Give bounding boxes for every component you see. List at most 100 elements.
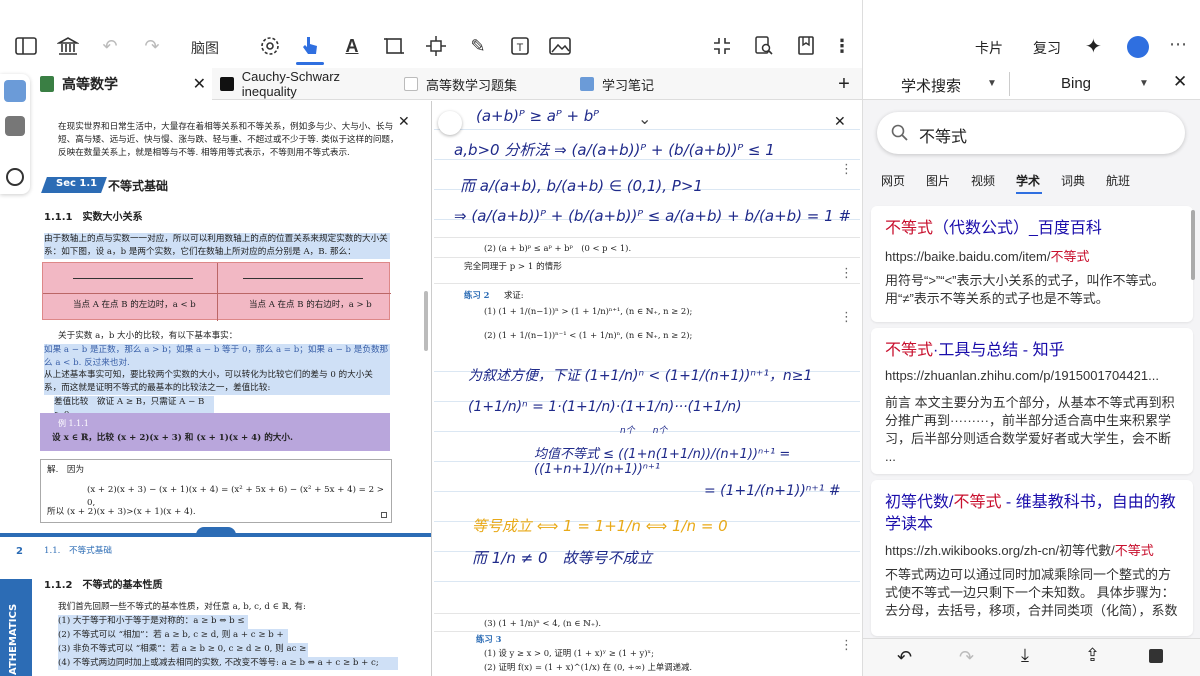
more-vertical-icon[interactable]: ⋮ (840, 309, 853, 325)
terminal-icon (220, 77, 234, 91)
paragraph: 我们首先回顾一些不等式的基本性质，对任意 a, b, c, d ∈ ℝ, 有: (58, 602, 306, 612)
close-icon[interactable]: ✕ (1173, 72, 1187, 92)
filter-dictionary[interactable]: 词典 (1061, 172, 1085, 189)
search-document-icon[interactable] (752, 34, 776, 58)
more-vertical-icon[interactable]: ⋮ (840, 265, 853, 281)
layers-icon[interactable] (5, 116, 25, 136)
more-vertical-icon[interactable]: ⋮ (840, 637, 853, 653)
handwriting-line: = (1+1/(n+1))ⁿ⁺¹ # (704, 483, 841, 499)
pen-icon[interactable]: ✎ (466, 34, 490, 58)
mindmap-button[interactable]: 脑图 (191, 38, 219, 58)
browser-bottom-bar: ↶ ↷ ⤓ ⇪ (863, 638, 1200, 676)
tab-cauchy-schwarz[interactable]: Cauchy-Schwarz inequality (214, 68, 396, 100)
handwriting-line: ⇒ (a/(a+b))ᴾ + (b/(a+b))ᴾ ≤ a/(a+b) + b/… (454, 207, 852, 225)
web-globe-icon[interactable] (1127, 36, 1149, 58)
subsection-title: 1.1.2 不等式的基本性质 (44, 580, 163, 591)
scrollbar-thumb[interactable] (1191, 210, 1195, 280)
main-toolbar: ↶ ↷ 脑图 A ✎ T ⋮ (0, 0, 862, 68)
example-tag: 例 1.1.1 (58, 419, 89, 428)
paragraph: 关于实数 a，b 大小的比较，有以下基本事实： (58, 331, 238, 341)
document-tabbar: 高等数学 ✕ Cauchy-Schwarz inequality 高等数学习题集… (0, 68, 862, 100)
scrollbar-thumb[interactable] (424, 291, 428, 351)
search-sidebar: 卡片 复习 ✦ ⋯ 学术搜索 ▼ Bing ▼ ✕ 不等式 网页 图片 视频 学… (862, 0, 1200, 676)
filter-video[interactable]: 视频 (971, 172, 995, 189)
solution-box: 解. 因为 (x + 2)(x + 3) − (x + 1)(x + 4) = … (40, 459, 392, 523)
back-icon[interactable]: ↶ (897, 647, 912, 668)
close-icon[interactable]: ✕ (834, 113, 846, 130)
pointer-hand-icon[interactable] (298, 34, 322, 58)
close-icon[interactable]: ✕ (193, 74, 206, 94)
more-vertical-icon[interactable]: ⋮ (830, 34, 854, 58)
handwriting-line: 等号成立 ⟺ 1 = 1+1/n ⟺ 1/n = 0 (472, 517, 728, 535)
library-icon[interactable] (56, 34, 80, 58)
tab-bing[interactable]: Bing (1061, 75, 1091, 92)
exercise-item: (1) 设 y ≥ x > 0, 证明 (1 + x)ʸ ≥ (1 + y)ˣ; (484, 648, 654, 658)
circle-record-icon[interactable] (6, 168, 24, 186)
search-input[interactable]: 不等式 (919, 123, 967, 147)
sidebar-toggle-icon[interactable] (14, 34, 38, 58)
review-button[interactable]: 复习 (1033, 38, 1061, 58)
search-result[interactable]: 初等代数/不等式 - 维基教科书，自由的教学读本 https://zh.wiki… (871, 480, 1193, 636)
paragraph-highlighted: 如果 a − b 是正数，那么 a > b；如果 a − b 等于 0，那么 a… (44, 344, 390, 370)
filter-scholar[interactable]: 学术 (1016, 172, 1040, 189)
chevron-down-icon[interactable]: ⌄ (638, 109, 651, 129)
tab-exercise-book[interactable]: 高等数学习题集 (398, 68, 574, 100)
paragraph-highlighted: 由于数轴上的点与实数一一对应，所以可以利用数轴上的点的位置关系来规定实数的大小关… (44, 233, 390, 259)
result-title[interactable]: 初等代数/不等式 - 维基教科书，自由的教学读本 (885, 492, 1185, 536)
search-result[interactable]: 不等式·工具与总结 - 知乎 https://zhuanlan.zhihu.co… (871, 328, 1193, 474)
tab-advanced-math[interactable]: 高等数学 ✕ (0, 68, 212, 100)
bookmark-icon[interactable] (794, 34, 818, 58)
result-url: https://zhuanlan.zhihu.com/p/19150017044… (885, 368, 1159, 383)
undo-icon[interactable]: ↶ (98, 34, 122, 58)
property-item: (4) 不等式两边同时加上或减去相同的实数, 不改变不等号: a ≥ b ⇔ a… (58, 657, 398, 670)
sparkle-ai-icon[interactable]: ✦ (1085, 34, 1102, 59)
share-icon[interactable]: ⇪ (1085, 645, 1100, 666)
result-title[interactable]: 不等式·工具与总结 - 知乎 (885, 340, 1185, 362)
search-result[interactable]: 不等式（代数公式）_百度百科 https://baike.baidu.com/i… (871, 206, 1193, 322)
page-number: 2 (16, 546, 23, 557)
textbox-icon[interactable]: T (508, 34, 532, 58)
more-horizontal-icon[interactable]: ⋯ (1169, 34, 1187, 55)
dropdown-caret-icon[interactable]: ▼ (1139, 78, 1149, 89)
filter-flights[interactable]: 航班 (1106, 172, 1130, 189)
pdf-viewer-left: ✕ 在现实世界和日常生活中，大量存在着相等关系和不等关系，例如多与少、大与小、长… (0, 101, 432, 676)
dropdown-caret-icon[interactable]: ▼ (987, 78, 997, 89)
handwriting-note: n个 n个 (620, 426, 668, 436)
more-vertical-icon[interactable]: ⋮ (840, 161, 853, 177)
note-line: 完全同理于 p > 1 的情形 (464, 262, 562, 272)
new-tab-plus-icon[interactable]: + (832, 68, 856, 100)
redo-icon[interactable]: ↷ (140, 34, 164, 58)
qed-box (381, 512, 387, 518)
forward-icon[interactable]: ↷ (959, 647, 974, 668)
grid-apps-icon[interactable] (4, 80, 26, 102)
intro-paragraph: 在现实世界和日常生活中，大量存在着相等关系和不等关系，例如多与少、大与小、长与短… (58, 122, 399, 158)
expand-arrows-icon[interactable] (424, 34, 448, 58)
settings-gear-icon[interactable] (258, 34, 282, 58)
handwriting-line: 而 1/n ≠ 0 故等号不成立 (472, 549, 653, 567)
document-icon (404, 77, 418, 91)
layers-toggle-icon[interactable] (438, 111, 462, 135)
image-icon[interactable] (548, 34, 572, 58)
active-tool-indicator (296, 62, 324, 65)
floating-rail (0, 74, 30, 194)
exercise-title: 求证: (504, 290, 524, 300)
text-underline-icon[interactable]: A (340, 34, 364, 58)
download-icon[interactable]: ⤓ (1021, 645, 1029, 666)
tab-label: 高等数学习题集 (426, 77, 518, 93)
paragraph-highlighted: 从上述基本事实可知，要比较两个实数的大小，可以转化为比较它们的差与 0 的大小关… (44, 369, 390, 395)
tab-study-notes[interactable]: 学习笔记 (576, 68, 756, 100)
cards-button[interactable]: 卡片 (975, 38, 1003, 58)
filter-images[interactable]: 图片 (926, 172, 950, 189)
exercise-label: 练习 3 (476, 634, 502, 644)
question-item: (3) (1 + 1/n)ⁿ < 4, (n ∈ ℕ₊). (484, 618, 602, 628)
result-title[interactable]: 不等式（代数公式）_百度百科 (885, 218, 1185, 240)
search-box[interactable]: 不等式 (877, 112, 1185, 154)
lock-icon[interactable] (1149, 649, 1163, 663)
side-label: ATHEMATICS (8, 603, 19, 675)
filter-web[interactable]: 网页 (881, 172, 905, 189)
tab-scholar-search[interactable]: 学术搜索 (901, 75, 961, 96)
handwriting-line: 均值不等式 ≤ ((1+n(1+1/n))/(n+1))ⁿ⁺¹ = ((1+n+… (534, 447, 791, 477)
section-tag: Sec 1.1 (56, 178, 98, 189)
collapse-icon[interactable] (710, 34, 734, 58)
crop-frame-icon[interactable] (382, 34, 406, 58)
